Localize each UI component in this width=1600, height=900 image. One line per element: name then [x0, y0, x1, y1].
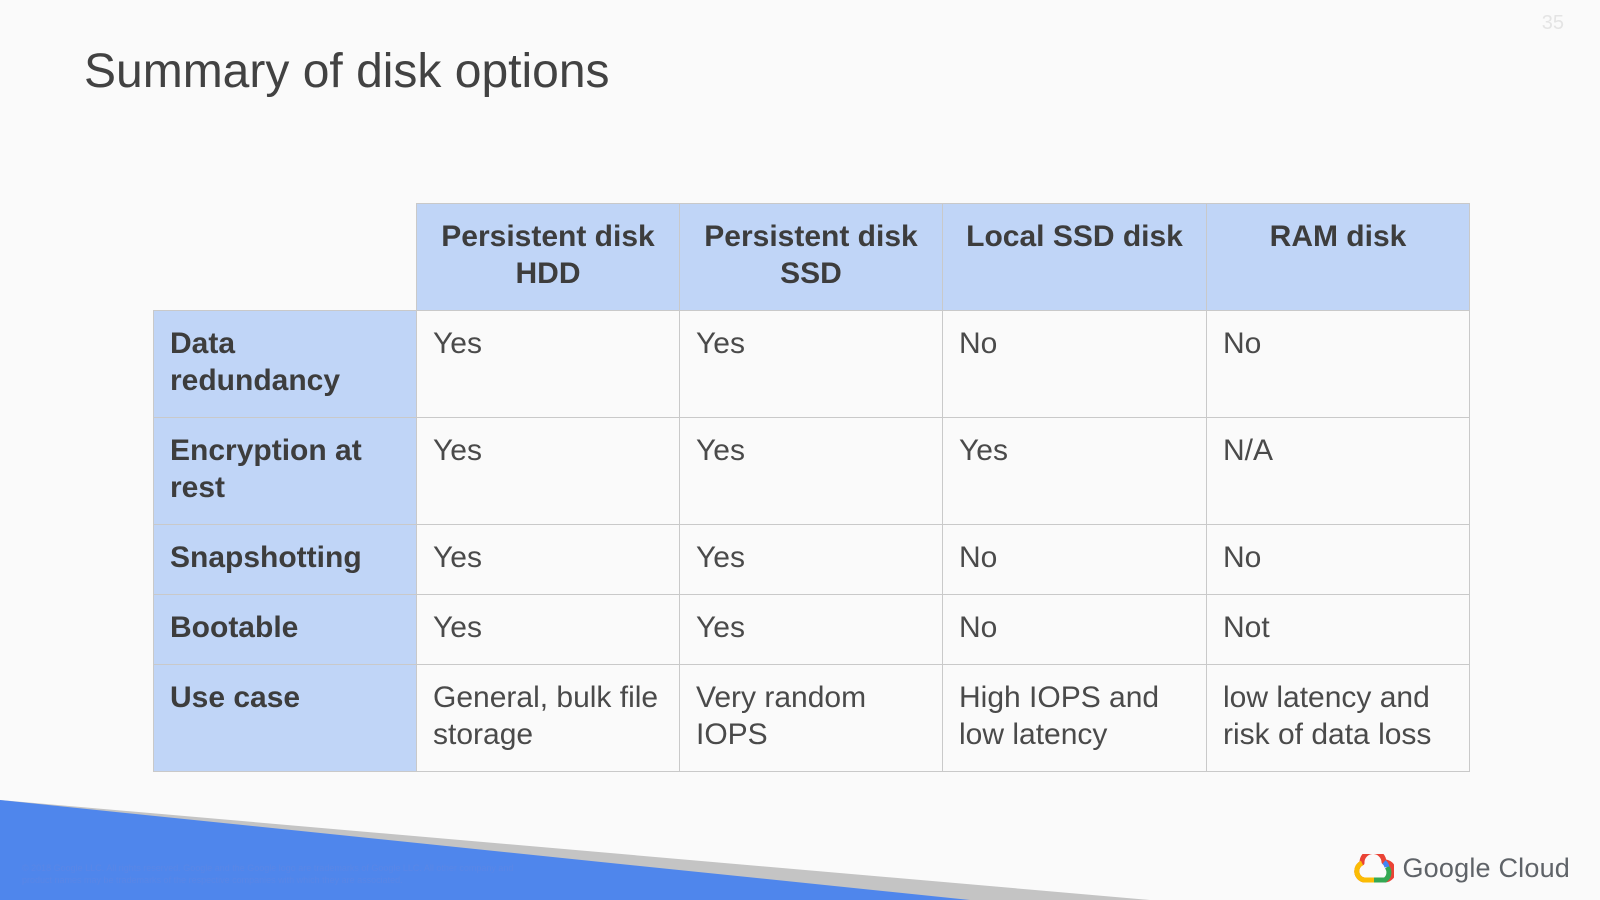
table-row: Encryption at rest Yes Yes Yes N/A	[153, 417, 1470, 525]
table-cell: Yes	[942, 417, 1207, 525]
column-header-pd-hdd: Persistent disk HDD	[416, 203, 680, 311]
table-cell: No	[942, 524, 1207, 595]
row-header-bootable: Bootable	[153, 594, 417, 665]
disk-options-table: Persistent disk HDD Persistent disk SSD …	[153, 203, 1470, 772]
table-row: Bootable Yes Yes No Not	[153, 594, 1470, 665]
table-cell: No	[942, 594, 1207, 665]
table-cell: N/A	[1206, 417, 1470, 525]
table-cell: low latency and risk of data loss	[1206, 664, 1470, 772]
row-header-use-case: Use case	[153, 664, 417, 772]
row-header-snapshotting: Snapshotting	[153, 524, 417, 595]
google-cloud-logo-icon	[1354, 853, 1395, 882]
table-cell: Yes	[679, 310, 943, 418]
column-header-pd-ssd: Persistent disk SSD	[679, 203, 943, 311]
table-cell: Yes	[679, 524, 943, 595]
table-cell: Yes	[679, 417, 943, 525]
row-header-data-redundancy: Data redundancy	[153, 310, 417, 418]
column-header-ram-disk: RAM disk	[1206, 203, 1470, 311]
slide-title: Summary of disk options	[84, 45, 610, 98]
page-number: 35	[1541, 12, 1564, 34]
footer-legal-text: © 2018 Google LLC. All rights reserved. …	[22, 863, 514, 885]
table-cell: Yes	[416, 524, 680, 595]
table-cell: Yes	[416, 594, 680, 665]
row-header-encryption-at-rest: Encryption at rest	[153, 417, 417, 525]
google-cloud-logo: Google Cloud	[1354, 853, 1570, 884]
table-row: Snapshotting Yes Yes No No	[153, 524, 1470, 595]
brand-name: Google Cloud	[1402, 853, 1570, 883]
table-cell: High IOPS and low latency	[942, 664, 1207, 772]
column-header-local-ssd: Local SSD disk	[942, 203, 1207, 311]
table-cell: Very random IOPS	[679, 664, 943, 772]
table-cell: Not	[1206, 594, 1470, 665]
table-cell: General, bulk file storage	[416, 664, 680, 772]
slide: 35 Summary of disk options Persistent di…	[0, 0, 1600, 900]
table-row: Use case General, bulk file storage Very…	[153, 664, 1470, 772]
table-cell: Yes	[679, 594, 943, 665]
table-header-row: Persistent disk HDD Persistent disk SSD …	[153, 203, 1470, 311]
table-cell: Yes	[416, 417, 680, 525]
table-cell: No	[1206, 524, 1470, 595]
table-row: Data redundancy Yes Yes No No	[153, 310, 1470, 418]
table-cell: No	[942, 310, 1207, 418]
table-cell: Yes	[416, 310, 680, 418]
table-cell: No	[1206, 310, 1470, 418]
table-corner	[153, 203, 417, 311]
